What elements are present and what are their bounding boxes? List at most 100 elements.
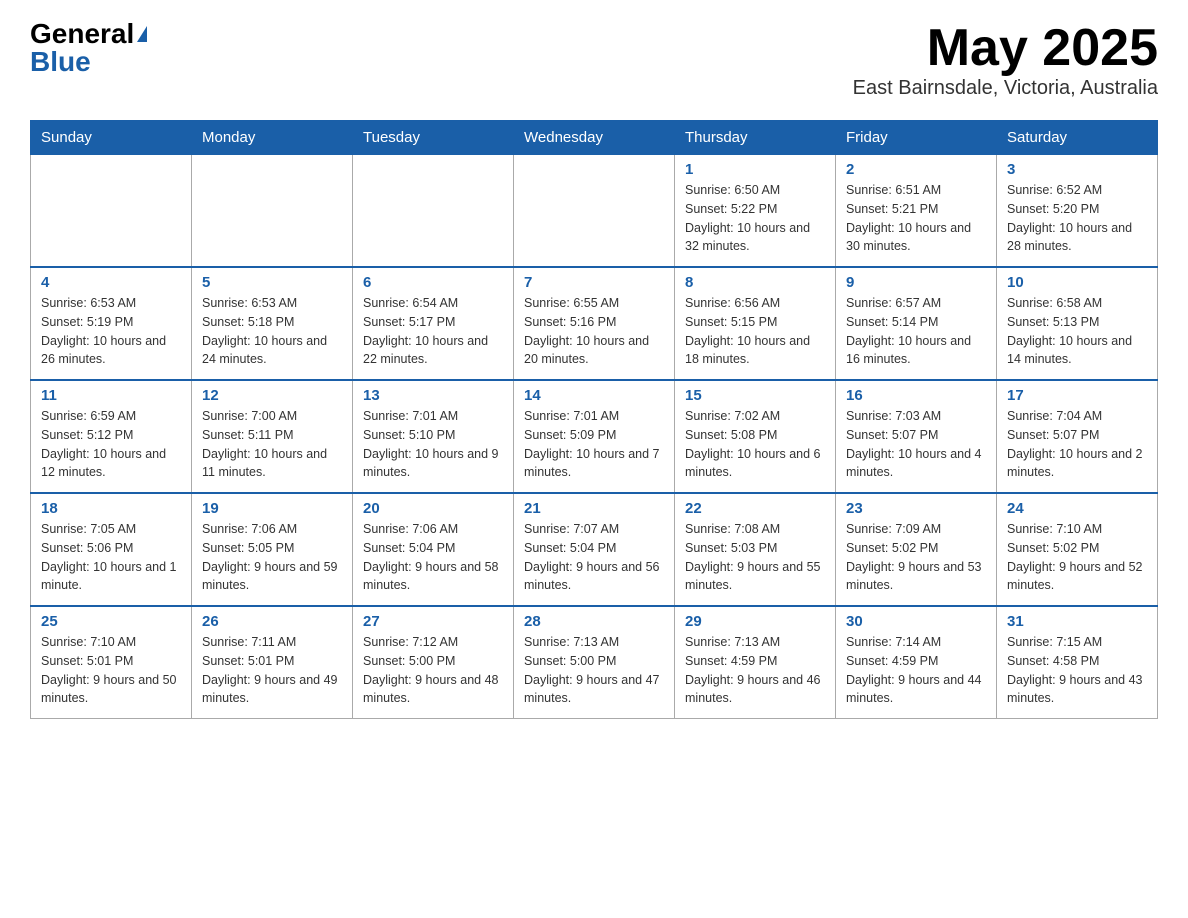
day-number: 21 — [524, 500, 664, 517]
day-info: Sunrise: 7:11 AM Sunset: 5:01 PM Dayligh… — [202, 633, 342, 708]
logo: General Blue — [30, 20, 147, 76]
day-cell-w4-d7: 24 Sunrise: 7:10 AM Sunset: 5:02 PM Dayli… — [997, 493, 1158, 606]
day-cell-w1-d3 — [353, 155, 514, 268]
day-cell-w1-d7: 3Sunrise: 6:52 AM Sunset: 5:20 PM Daylig… — [997, 155, 1158, 268]
header-wednesday: Wednesday — [514, 121, 675, 155]
day-number: 9 — [846, 274, 986, 291]
day-info: Sunrise: 6:53 AM Sunset: 5:18 PM Dayligh… — [202, 294, 342, 369]
day-number: 17 — [1007, 387, 1147, 404]
day-number: 7 — [524, 274, 664, 291]
calendar-header-row: SundayMondayTuesdayWednesdayThursdayFrid… — [31, 121, 1158, 155]
day-cell-w5-d5: 29Sunrise: 7:13 AM Sunset: 4:59 PM Dayli… — [675, 606, 836, 719]
day-cell-w4-d3: 20 Sunrise: 7:06 AM Sunset: 5:04 PM Dayli… — [353, 493, 514, 606]
day-info: Sunrise: 7:02 AM Sunset: 5:08 PM Dayligh… — [685, 407, 825, 482]
day-cell-w1-d2 — [192, 155, 353, 268]
day-number: 15 — [685, 387, 825, 404]
day-info: Sunrise: 7:05 AM Sunset: 5:06 PM Dayligh… — [41, 520, 181, 595]
day-cell-w5-d7: 31 Sunrise: 7:15 AM Sunset: 4:58 PM Dayli… — [997, 606, 1158, 719]
day-info: Sunrise: 6:58 AM Sunset: 5:13 PM Dayligh… — [1007, 294, 1147, 369]
week-row-3: 11Sunrise: 6:59 AM Sunset: 5:12 PM Dayli… — [31, 380, 1158, 493]
day-number: 14 — [524, 387, 664, 404]
week-row-1: 1 Sunrise: 6:50 AM Sunset: 5:22 PM Daylig… — [31, 155, 1158, 268]
day-cell-w5-d4: 28Sunrise: 7:13 AM Sunset: 5:00 PM Dayli… — [514, 606, 675, 719]
day-info: Sunrise: 7:01 AM Sunset: 5:09 PM Dayligh… — [524, 407, 664, 482]
day-cell-w4-d6: 23 Sunrise: 7:09 AM Sunset: 5:02 PM Dayli… — [836, 493, 997, 606]
day-cell-w5-d1: 25 Sunrise: 7:10 AM Sunset: 5:01 PM Dayli… — [31, 606, 192, 719]
day-info: Sunrise: 7:10 AM Sunset: 5:01 PM Dayligh… — [41, 633, 181, 708]
day-cell-w3-d2: 12Sunrise: 7:00 AM Sunset: 5:11 PM Dayli… — [192, 380, 353, 493]
day-number: 3 — [1007, 161, 1147, 178]
day-number: 25 — [41, 613, 181, 630]
day-number: 13 — [363, 387, 503, 404]
logo-triangle-icon — [137, 26, 147, 42]
header-sunday: Sunday — [31, 121, 192, 155]
day-info: Sunrise: 7:07 AM Sunset: 5:04 PM Dayligh… — [524, 520, 664, 595]
day-info: Sunrise: 7:08 AM Sunset: 5:03 PM Dayligh… — [685, 520, 825, 595]
header-monday: Monday — [192, 121, 353, 155]
day-cell-w3-d4: 14 Sunrise: 7:01 AM Sunset: 5:09 PM Dayli… — [514, 380, 675, 493]
day-number: 30 — [846, 613, 986, 630]
day-cell-w3-d5: 15 Sunrise: 7:02 AM Sunset: 5:08 PM Dayli… — [675, 380, 836, 493]
day-number: 20 — [363, 500, 503, 517]
day-cell-w4-d4: 21 Sunrise: 7:07 AM Sunset: 5:04 PM Dayli… — [514, 493, 675, 606]
day-number: 23 — [846, 500, 986, 517]
day-info: Sunrise: 7:15 AM Sunset: 4:58 PM Dayligh… — [1007, 633, 1147, 708]
day-number: 31 — [1007, 613, 1147, 630]
day-number: 2 — [846, 161, 986, 178]
week-row-4: 18 Sunrise: 7:05 AM Sunset: 5:06 PM Dayli… — [31, 493, 1158, 606]
day-cell-w5-d2: 26 Sunrise: 7:11 AM Sunset: 5:01 PM Dayli… — [192, 606, 353, 719]
day-info: Sunrise: 7:00 AM Sunset: 5:11 PM Dayligh… — [202, 407, 342, 482]
day-info: Sunrise: 7:10 AM Sunset: 5:02 PM Dayligh… — [1007, 520, 1147, 595]
header-friday: Friday — [836, 121, 997, 155]
day-number: 22 — [685, 500, 825, 517]
day-info: Sunrise: 7:14 AM Sunset: 4:59 PM Dayligh… — [846, 633, 986, 708]
day-cell-w3-d1: 11Sunrise: 6:59 AM Sunset: 5:12 PM Dayli… — [31, 380, 192, 493]
day-number: 26 — [202, 613, 342, 630]
day-info: Sunrise: 7:09 AM Sunset: 5:02 PM Dayligh… — [846, 520, 986, 595]
day-info: Sunrise: 6:51 AM Sunset: 5:21 PM Dayligh… — [846, 181, 986, 256]
day-cell-w5-d6: 30 Sunrise: 7:14 AM Sunset: 4:59 PM Dayli… — [836, 606, 997, 719]
location-subtitle: East Bairnsdale, Victoria, Australia — [853, 77, 1158, 100]
day-info: Sunrise: 7:13 AM Sunset: 4:59 PM Dayligh… — [685, 633, 825, 708]
day-number: 8 — [685, 274, 825, 291]
day-info: Sunrise: 6:57 AM Sunset: 5:14 PM Dayligh… — [846, 294, 986, 369]
logo-blue-text: Blue — [30, 48, 91, 76]
day-number: 10 — [1007, 274, 1147, 291]
day-number: 24 — [1007, 500, 1147, 517]
day-number: 27 — [363, 613, 503, 630]
day-cell-w1-d1 — [31, 155, 192, 268]
day-info: Sunrise: 6:50 AM Sunset: 5:22 PM Dayligh… — [685, 181, 825, 256]
day-info: Sunrise: 7:01 AM Sunset: 5:10 PM Dayligh… — [363, 407, 503, 482]
title-area: May 2025 East Bairnsdale, Victoria, Aust… — [853, 20, 1158, 100]
day-info: Sunrise: 7:13 AM Sunset: 5:00 PM Dayligh… — [524, 633, 664, 708]
day-cell-w1-d4 — [514, 155, 675, 268]
day-cell-w1-d6: 2 Sunrise: 6:51 AM Sunset: 5:21 PM Daylig… — [836, 155, 997, 268]
day-info: Sunrise: 7:06 AM Sunset: 5:04 PM Dayligh… — [363, 520, 503, 595]
day-cell-w3-d3: 13 Sunrise: 7:01 AM Sunset: 5:10 PM Dayli… — [353, 380, 514, 493]
header-thursday: Thursday — [675, 121, 836, 155]
day-info: Sunrise: 7:03 AM Sunset: 5:07 PM Dayligh… — [846, 407, 986, 482]
header-saturday: Saturday — [997, 121, 1158, 155]
day-number: 19 — [202, 500, 342, 517]
day-cell-w3-d7: 17Sunrise: 7:04 AM Sunset: 5:07 PM Dayli… — [997, 380, 1158, 493]
month-title: May 2025 — [853, 20, 1158, 77]
day-cell-w5-d3: 27Sunrise: 7:12 AM Sunset: 5:00 PM Dayli… — [353, 606, 514, 719]
day-cell-w2-d4: 7 Sunrise: 6:55 AM Sunset: 5:16 PM Daylig… — [514, 267, 675, 380]
day-cell-w4-d1: 18 Sunrise: 7:05 AM Sunset: 5:06 PM Dayli… — [31, 493, 192, 606]
day-number: 1 — [685, 161, 825, 178]
header-tuesday: Tuesday — [353, 121, 514, 155]
day-info: Sunrise: 6:55 AM Sunset: 5:16 PM Dayligh… — [524, 294, 664, 369]
day-number: 16 — [846, 387, 986, 404]
day-number: 18 — [41, 500, 181, 517]
day-cell-w3-d6: 16 Sunrise: 7:03 AM Sunset: 5:07 PM Dayli… — [836, 380, 997, 493]
week-row-2: 4 Sunrise: 6:53 AM Sunset: 5:19 PM Daylig… — [31, 267, 1158, 380]
day-info: Sunrise: 6:53 AM Sunset: 5:19 PM Dayligh… — [41, 294, 181, 369]
week-row-5: 25 Sunrise: 7:10 AM Sunset: 5:01 PM Dayli… — [31, 606, 1158, 719]
day-cell-w1-d5: 1 Sunrise: 6:50 AM Sunset: 5:22 PM Daylig… — [675, 155, 836, 268]
day-info: Sunrise: 6:59 AM Sunset: 5:12 PM Dayligh… — [41, 407, 181, 482]
day-number: 4 — [41, 274, 181, 291]
day-cell-w2-d5: 8Sunrise: 6:56 AM Sunset: 5:15 PM Daylig… — [675, 267, 836, 380]
page-header: General Blue May 2025 East Bairnsdale, V… — [30, 20, 1158, 100]
day-cell-w2-d3: 6Sunrise: 6:54 AM Sunset: 5:17 PM Daylig… — [353, 267, 514, 380]
day-cell-w2-d7: 10 Sunrise: 6:58 AM Sunset: 5:13 PM Dayli… — [997, 267, 1158, 380]
